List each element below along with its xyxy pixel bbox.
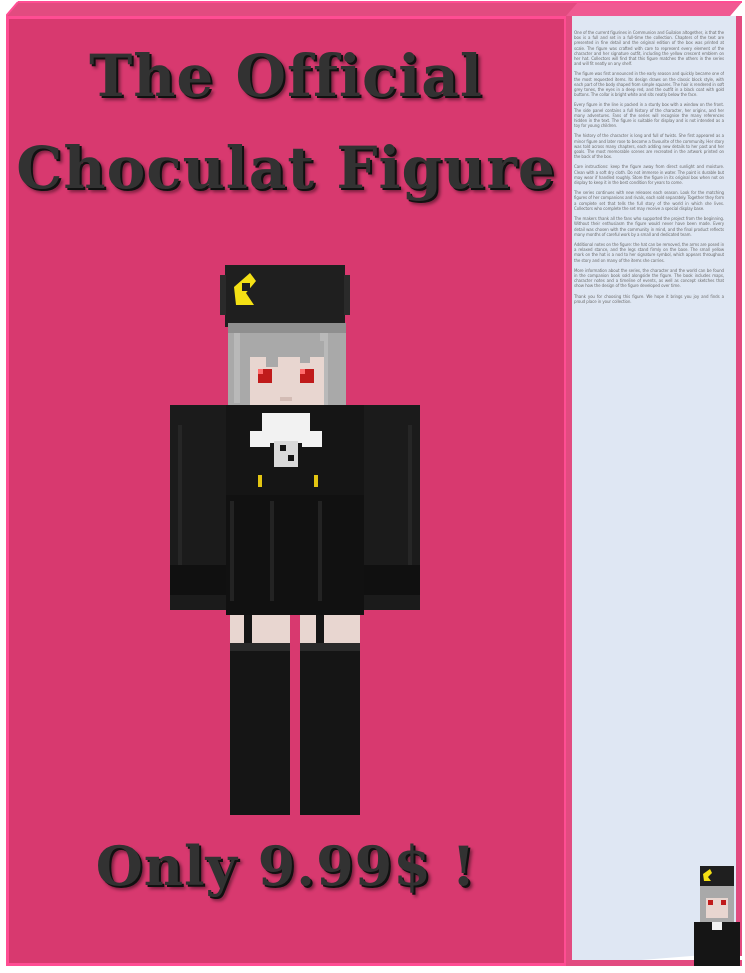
side-paragraph: The makers thank all the fans who suppor… xyxy=(574,216,724,237)
price-label: Only 9.99$ ! xyxy=(95,834,477,898)
choculat-figure xyxy=(170,265,420,815)
side-paragraph: The figure was first announced in the ea… xyxy=(574,71,724,98)
side-paragraph: One of the current figurines in Communio… xyxy=(574,30,724,67)
figure-image xyxy=(170,265,420,824)
side-panel-text: One of the current figurines in Communio… xyxy=(574,30,724,955)
side-paragraph: Every figure in the line is packed in a … xyxy=(574,102,724,129)
title-line-1: The Official xyxy=(89,42,483,110)
side-paragraph: Additional notes on the figure: the hat … xyxy=(574,241,724,263)
side-paragraph: Care instructions: keep the figure away … xyxy=(574,164,724,186)
title-line-2: Choculat Figure xyxy=(16,134,556,202)
side-paragraph: More information about the series, the c… xyxy=(574,267,724,289)
side-paragraph: The history of the character is long and… xyxy=(574,133,724,160)
side-mini-figure xyxy=(694,866,740,970)
side-paragraph: The series continues with new releases e… xyxy=(574,190,724,211)
mini-figure-icon xyxy=(694,866,740,966)
side-paragraph: Thank you for choosing this figure. We h… xyxy=(574,293,724,304)
product-box: One of the current figurines in Communio… xyxy=(0,0,745,973)
